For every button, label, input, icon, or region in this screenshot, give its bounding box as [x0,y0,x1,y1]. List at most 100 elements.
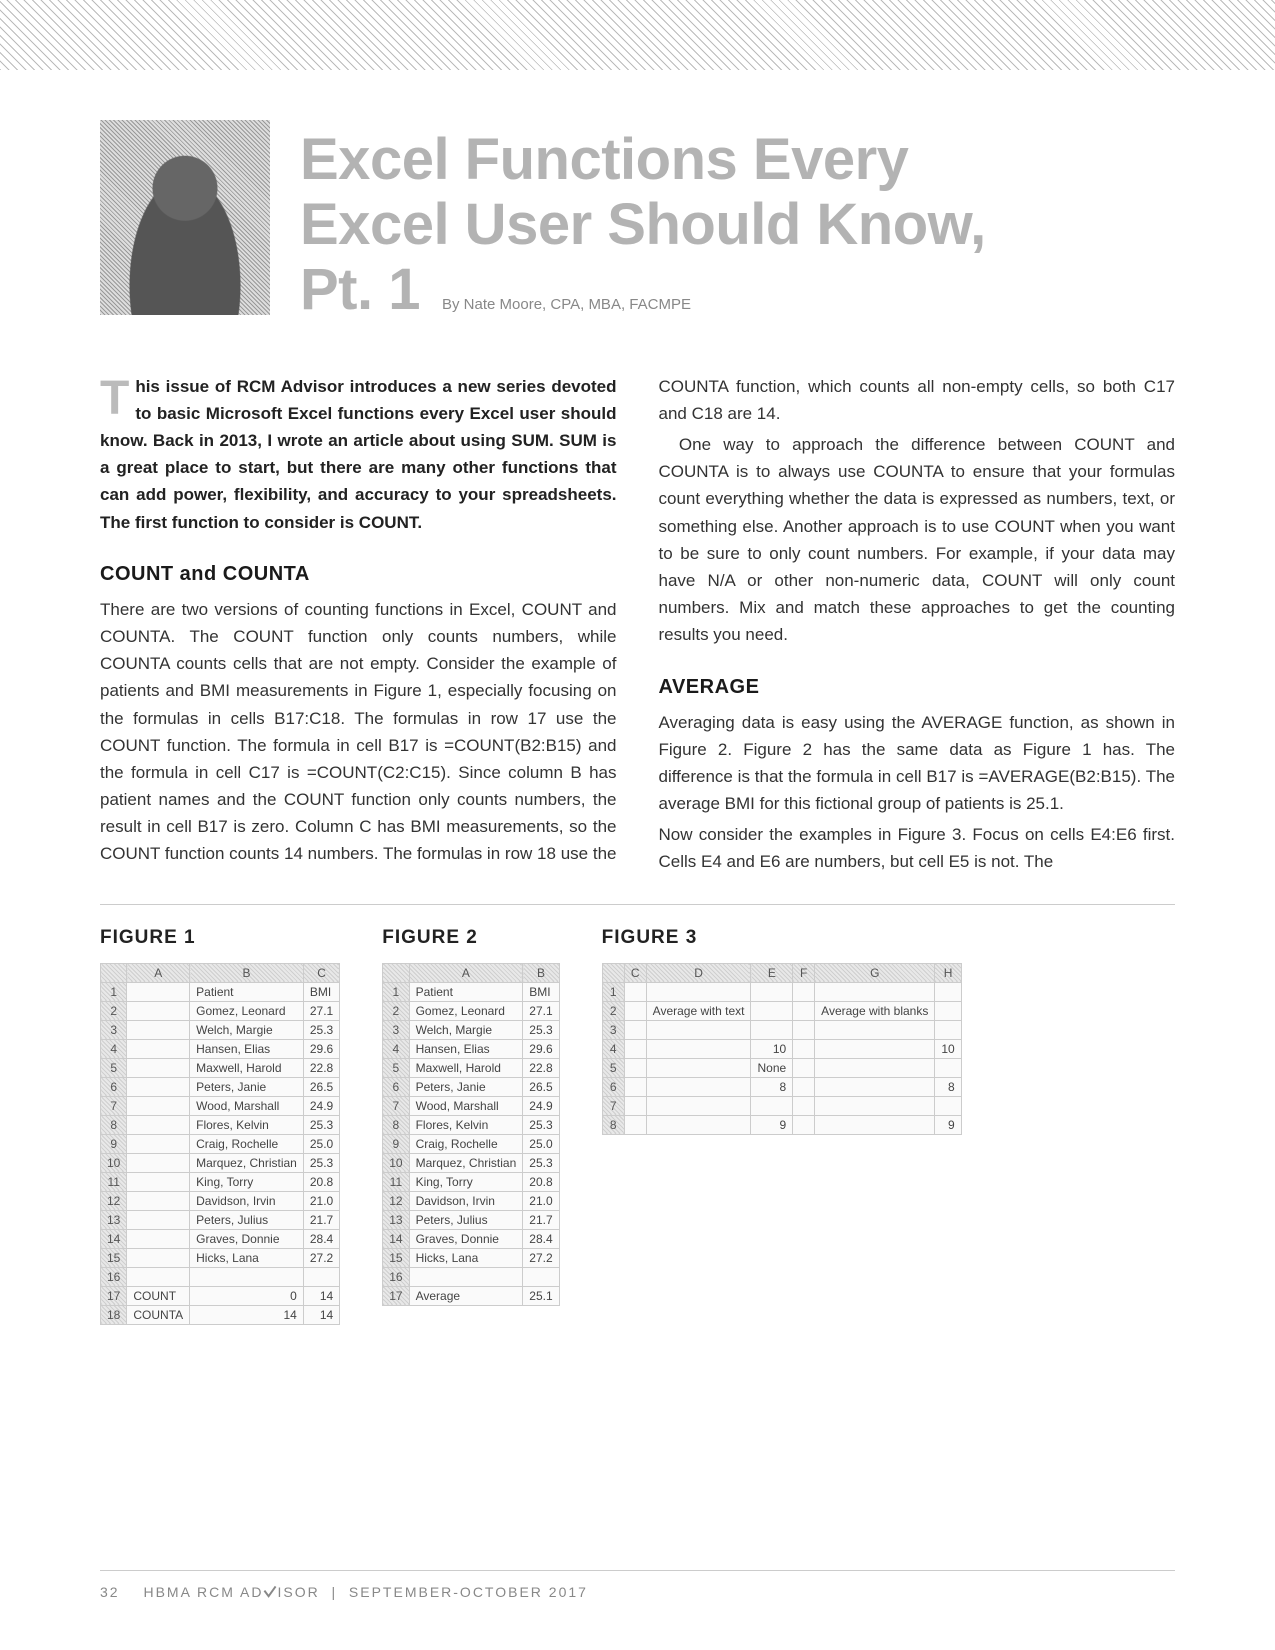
cell: 9 [751,1115,793,1134]
cell [815,1096,935,1115]
cell: 27.1 [303,1001,339,1020]
cell: Flores, Kelvin [409,1115,523,1134]
cell [815,1058,935,1077]
cell: Hansen, Elias [190,1039,304,1058]
cell: 27.2 [523,1248,559,1267]
figure-3-title: FIGURE 3 [602,927,962,949]
figure-3-table: CDEFGH12Average with textAverage with bl… [602,963,962,1135]
cell: BMI [523,982,559,1001]
cell: 25.3 [303,1153,339,1172]
cell [624,1039,646,1058]
col-header [383,963,409,982]
cell: Gomez, Leonard [409,1001,523,1020]
cell [793,1039,815,1058]
cell: Davidson, Irvin [409,1191,523,1210]
cell [127,1001,190,1020]
cell [624,1096,646,1115]
cell [793,982,815,1001]
article-title-line2: Excel User Should Know, [300,195,1175,256]
cell: Marquez, Christian [190,1153,304,1172]
cell: 27.1 [523,1001,559,1020]
article-header: Excel Functions Every Excel User Should … [100,120,1175,325]
cell [646,1039,751,1058]
cell [815,1020,935,1039]
cell: 7 [383,1096,409,1115]
byline: By Nate Moore, CPA, MBA, FACMPE [442,296,691,313]
cell [127,1267,190,1286]
cell [624,1058,646,1077]
cell: Patient [190,982,304,1001]
cell: 10 [751,1039,793,1058]
cell: COUNT [127,1286,190,1305]
cell: 14 [190,1305,304,1324]
cell: 4 [101,1039,127,1058]
cell: 22.8 [523,1058,559,1077]
cell: 16 [101,1267,127,1286]
cell: 21.0 [523,1191,559,1210]
cell: 18 [101,1305,127,1324]
cell: 1 [101,982,127,1001]
figure-1-title: FIGURE 1 [100,927,340,949]
cell: 14 [383,1229,409,1248]
cell: None [751,1058,793,1077]
cell [127,1077,190,1096]
title-block: Excel Functions Every Excel User Should … [300,120,1175,325]
cell [127,1115,190,1134]
cell [935,1058,961,1077]
cell: 10 [101,1153,127,1172]
cell: Marquez, Christian [409,1153,523,1172]
article-title-line3: Pt. 1 [300,260,420,321]
cell: 6 [602,1077,624,1096]
col-header: H [935,963,961,982]
cell: 2 [101,1001,127,1020]
cell [935,1096,961,1115]
cell: 8 [602,1115,624,1134]
cell [127,1058,190,1077]
section-heading-count: COUNT and COUNTA [100,558,617,590]
cell [523,1267,559,1286]
cell: 20.8 [523,1172,559,1191]
cell: 25.3 [303,1020,339,1039]
cell: 7 [602,1096,624,1115]
cell: 11 [101,1172,127,1191]
body-columns: T his issue of RCM Advisor introduces a … [100,373,1175,876]
cell: 4 [602,1039,624,1058]
cell [127,1210,190,1229]
figure-1-table: ABC1PatientBMI2Gomez, Leonard27.13Welch,… [100,963,340,1325]
cell: 14 [101,1229,127,1248]
cell [190,1267,304,1286]
cell: 16 [383,1267,409,1286]
intro-paragraph: T his issue of RCM Advisor introduces a … [100,373,617,536]
cell: 24.9 [523,1096,559,1115]
cell: 6 [101,1077,127,1096]
page-content: Excel Functions Every Excel User Should … [100,120,1175,1325]
cell: Wood, Marshall [190,1096,304,1115]
cell: 8 [383,1115,409,1134]
cell [793,1058,815,1077]
count-para-2: One way to approach the difference betwe… [659,431,1176,649]
cell: Davidson, Irvin [190,1191,304,1210]
cell: Graves, Donnie [409,1229,523,1248]
article-title-line1: Excel Functions Every [300,130,1175,191]
cell [127,1096,190,1115]
cell: Peters, Janie [409,1077,523,1096]
cell: 8 [935,1077,961,1096]
cell: Average with blanks [815,1001,935,1020]
col-header: B [190,963,304,982]
cell: 25.0 [303,1134,339,1153]
col-header: B [523,963,559,982]
cell: Peters, Julius [409,1210,523,1229]
cell: Average with text [646,1001,751,1020]
cell: 11 [383,1172,409,1191]
cell: 5 [101,1058,127,1077]
cell [935,982,961,1001]
cell: Average [409,1286,523,1305]
cell: Craig, Rochelle [409,1134,523,1153]
cell: 29.6 [523,1039,559,1058]
cell: 17 [383,1286,409,1305]
average-para-1: Averaging data is easy using the AVERAGE… [659,709,1176,818]
cell [815,1077,935,1096]
cell: 26.5 [303,1077,339,1096]
cell: 10 [383,1153,409,1172]
cell [793,1001,815,1020]
